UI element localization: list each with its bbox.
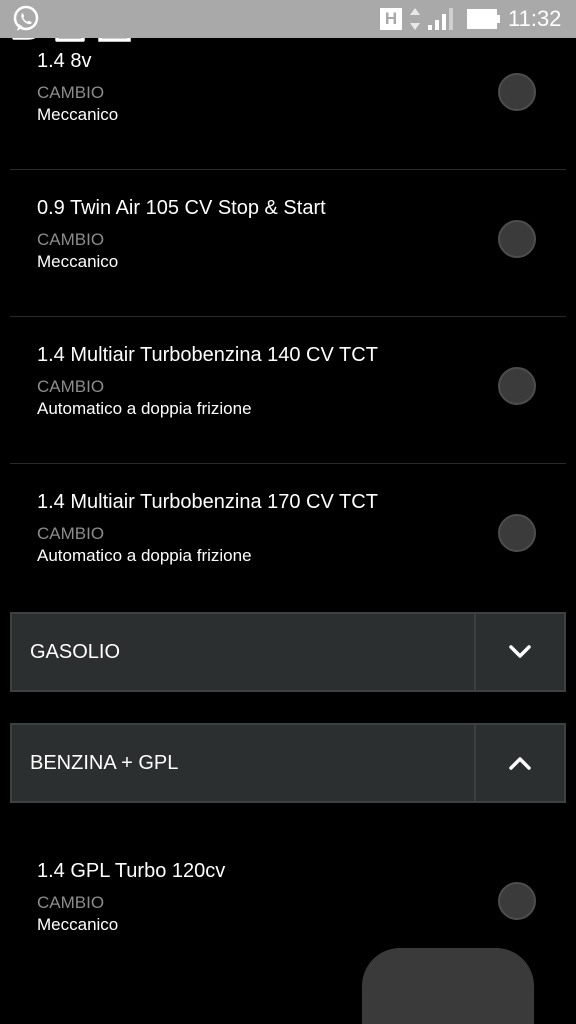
signal-icon — [428, 8, 453, 30]
clock: 11:32 — [508, 6, 562, 31]
gearbox-label: CAMBIO — [37, 377, 105, 396]
chevron-up-icon — [509, 757, 531, 770]
list-item[interactable]: 0.9 Twin Air 105 CV Stop & Start CAMBIO … — [0, 171, 576, 317]
engine-title: 1.4 GPL Turbo 120cv — [37, 860, 226, 882]
battery-icon — [467, 9, 500, 29]
radio-button[interactable] — [498, 367, 536, 405]
section-header-benzina-gpl[interactable]: BENZINA + GPL — [10, 723, 566, 803]
gearbox-label: CAMBIO — [37, 230, 105, 249]
gearbox-value: Meccanico — [37, 915, 119, 934]
radio-button[interactable] — [498, 73, 536, 111]
gearbox-label: CAMBIO — [37, 83, 105, 102]
gearbox-label: CAMBIO — [37, 893, 105, 912]
recents-highlight — [362, 948, 534, 1024]
gearbox-value: Automatico a doppia frizione — [37, 399, 252, 418]
collapse-toggle[interactable] — [474, 725, 564, 801]
engine-title: 1.4 8v — [37, 50, 92, 72]
expand-toggle[interactable] — [474, 614, 564, 690]
radio-button[interactable] — [498, 882, 536, 920]
status-bar: H 11:32 — [0, 0, 576, 38]
list-item[interactable]: 1.4 Multiair Turbobenzina 140 CV TCT CAM… — [0, 318, 576, 464]
divider — [10, 169, 566, 170]
divider — [10, 463, 566, 464]
radio-button[interactable] — [498, 220, 536, 258]
section-title: GASOLIO — [30, 641, 121, 663]
whatsapp-icon — [13, 5, 39, 31]
h-network-indicator: H — [380, 8, 402, 30]
divider — [10, 316, 566, 317]
section-title: BENZINA + GPL — [30, 752, 179, 774]
list-item[interactable]: 1.4 8v CAMBIO Meccanico — [0, 38, 576, 170]
list-item[interactable]: 1.4 GPL Turbo 120cv CAMBIO Meccanico — [0, 834, 576, 944]
list-item[interactable]: 1.4 Multiair Turbobenzina 170 CV TCT CAM… — [0, 465, 576, 611]
radio-button[interactable] — [498, 514, 536, 552]
gearbox-value: Automatico a doppia frizione — [37, 546, 252, 565]
chevron-down-icon — [509, 645, 531, 658]
engine-title: 1.4 Multiair Turbobenzina 170 CV TCT — [37, 491, 378, 513]
gearbox-value: Meccanico — [37, 252, 119, 271]
gearbox-label: CAMBIO — [37, 524, 105, 543]
engine-title: 1.4 Multiair Turbobenzina 140 CV TCT — [37, 344, 378, 366]
gearbox-value: Meccanico — [37, 105, 119, 124]
data-arrows-icon — [410, 8, 420, 30]
engine-title: 0.9 Twin Air 105 CV Stop & Start — [37, 197, 326, 219]
section-header-gasolio[interactable]: GASOLIO — [10, 612, 566, 692]
